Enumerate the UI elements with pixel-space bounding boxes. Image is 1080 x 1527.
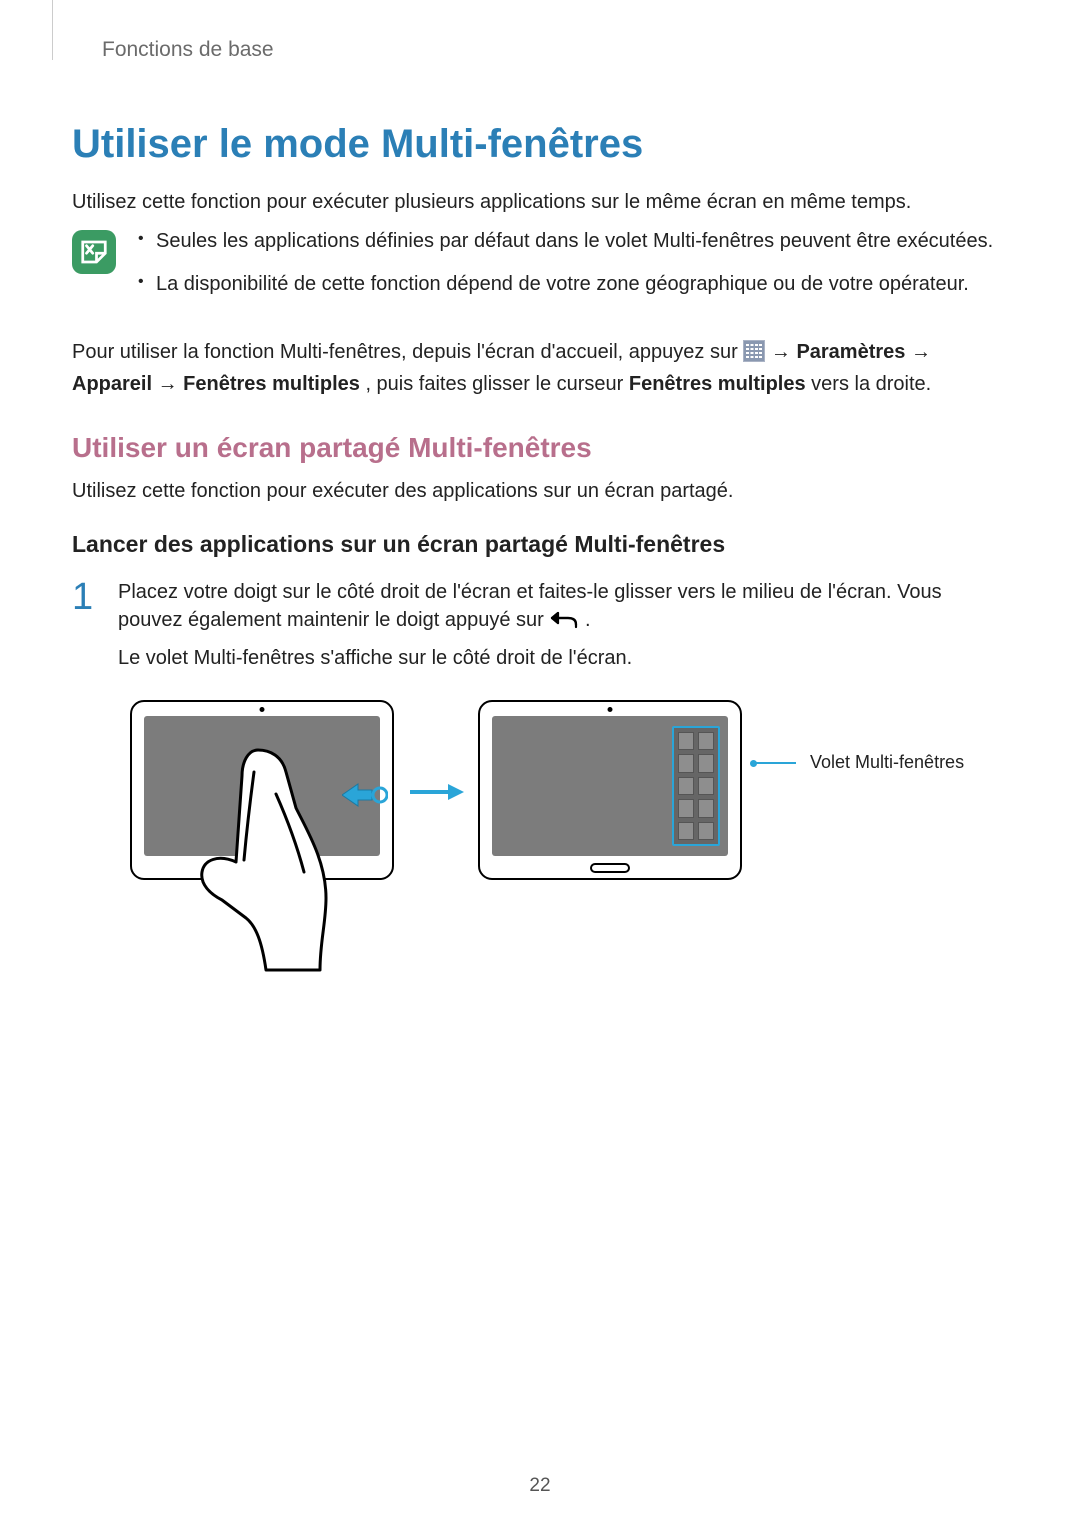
- tablet-after-illustration: [478, 700, 742, 880]
- note-block: Seules les applications définies par déf…: [72, 228, 1008, 314]
- page-title: Utiliser le mode Multi-fenêtres: [72, 122, 1008, 167]
- arrow-separator: →: [771, 341, 797, 363]
- arrow-right-icon: [408, 782, 464, 802]
- page-number: 22: [529, 1475, 550, 1497]
- breadcrumb: Fonctions de base: [102, 38, 1008, 62]
- bold-text: Appareil: [72, 373, 152, 395]
- subsection-heading: Lancer des applications sur un écran par…: [72, 531, 1008, 558]
- arrow-separator: →: [158, 373, 184, 395]
- instruction-paragraph: Pour utiliser la fonction Multi-fenêtres…: [72, 336, 1008, 400]
- margin-rule: [52, 0, 53, 60]
- callout-label: Volet Multi-fenêtres: [810, 752, 964, 773]
- note-list: Seules les applications définies par déf…: [134, 228, 1008, 314]
- back-icon: [549, 608, 579, 630]
- text-fragment: .: [585, 609, 591, 631]
- bold-text: Fenêtres multiples: [629, 373, 806, 395]
- figure: Volet Multi-fenêtres: [130, 700, 1008, 880]
- callout-line: [756, 762, 796, 764]
- text-fragment: Pour utiliser la fonction Multi-fenêtres…: [72, 341, 743, 363]
- step-body: Placez votre doigt sur le côté droit de …: [118, 578, 1008, 682]
- step-number: 1: [72, 578, 100, 682]
- arrow-separator: →: [911, 341, 931, 363]
- intro-paragraph: Utilisez cette fonction pour exécuter pl…: [72, 189, 1008, 216]
- bold-text: Paramètres: [796, 341, 905, 363]
- note-item: La disponibilité de cette fonction dépen…: [134, 271, 1008, 298]
- text-fragment: vers la droite.: [811, 373, 931, 395]
- step-paragraph: Le volet Multi-fenêtres s'affiche sur le…: [118, 644, 1008, 672]
- section-body: Utilisez cette fonction pour exécuter de…: [72, 478, 1008, 505]
- bold-text: Fenêtres multiples: [183, 373, 360, 395]
- section-heading: Utiliser un écran partagé Multi-fenêtres: [72, 432, 1008, 464]
- step-row: 1 Placez votre doigt sur le côté droit d…: [72, 578, 1008, 682]
- swipe-arrow-icon: [342, 782, 388, 808]
- tablet-before-illustration: [130, 700, 394, 880]
- document-page: Fonctions de base Utiliser le mode Multi…: [0, 0, 1080, 880]
- multiwindow-tray: [672, 726, 720, 846]
- apps-grid-icon: [743, 340, 765, 362]
- note-icon: [72, 230, 116, 274]
- step-paragraph: Placez votre doigt sur le côté droit de …: [118, 578, 1008, 634]
- text-fragment: Placez votre doigt sur le côté droit de …: [118, 581, 942, 631]
- note-item: Seules les applications définies par déf…: [134, 228, 1008, 255]
- text-fragment: , puis faites glisser le curseur: [365, 373, 628, 395]
